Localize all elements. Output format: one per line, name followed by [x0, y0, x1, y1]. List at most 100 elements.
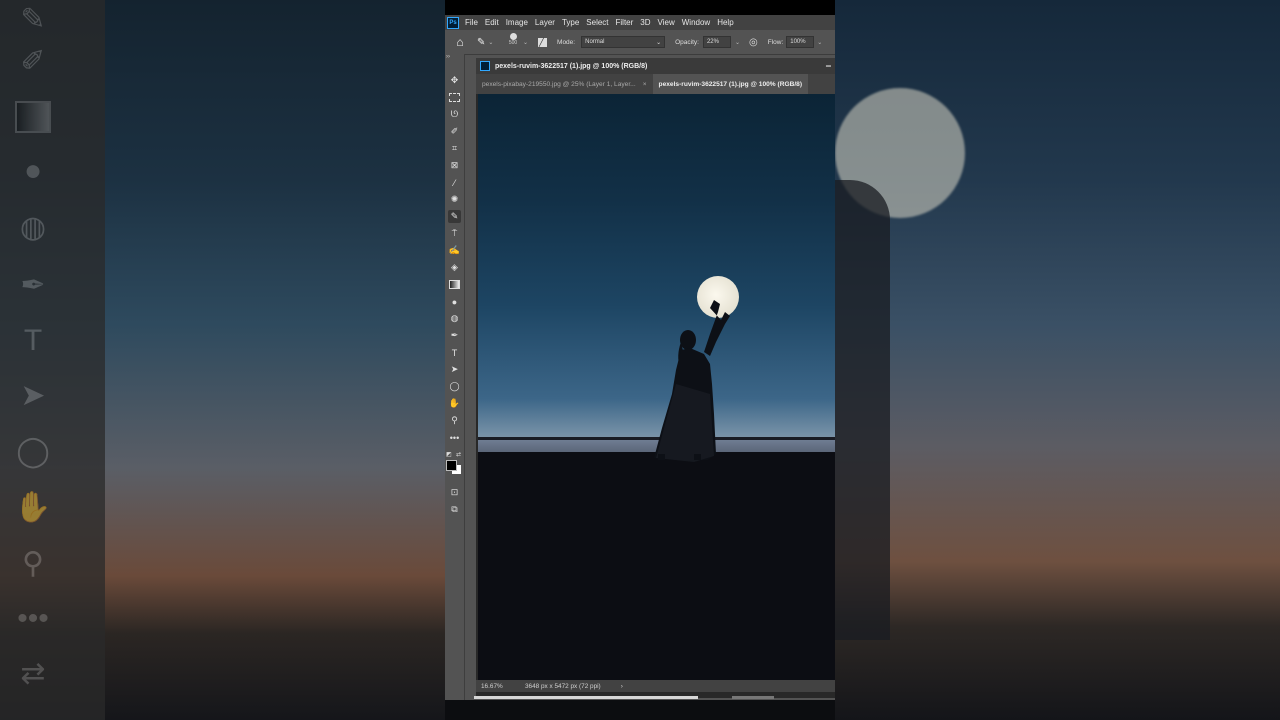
- clone-stamp-tool-icon[interactable]: ⍑: [448, 227, 461, 240]
- options-bar: ⌂ ✎ ⌄ 500 ⌄ ╱ Mode: Normal ⌄ Opacity: 22…: [445, 30, 835, 55]
- path-select-tool-icon[interactable]: ➤: [448, 363, 461, 376]
- blurred-gradient-icon: [14, 98, 52, 136]
- flow-label: Flow:: [767, 38, 784, 46]
- eyedropper-tool-icon[interactable]: ⁄: [448, 176, 461, 189]
- blurred-sponge-icon: ◍: [19, 210, 47, 244]
- menu-3d[interactable]: 3D: [640, 18, 650, 27]
- opacity-value: 22%: [706, 39, 719, 45]
- blurred-background-right: [835, 0, 1280, 720]
- menu-help[interactable]: Help: [717, 18, 733, 27]
- gradient-tool-icon[interactable]: [448, 278, 461, 291]
- document-title: pexels-ruvim-3622517 (1).jpg @ 100% (RGB…: [495, 62, 648, 70]
- blurred-pen-icon: ✒: [20, 268, 46, 302]
- type-tool-icon[interactable]: T: [448, 346, 461, 359]
- eraser-tool-icon[interactable]: ◈: [448, 261, 461, 274]
- healing-brush-tool-icon[interactable]: ✺: [448, 193, 461, 206]
- status-bar: 16.67% 3648 px x 5472 px (72 ppi) ›: [476, 680, 835, 692]
- home-icon[interactable]: ⌂: [453, 35, 467, 49]
- mode-value: Normal: [585, 39, 605, 45]
- document-ps-icon: [480, 61, 490, 71]
- flow-value: 100%: [790, 39, 806, 45]
- menu-select[interactable]: Select: [586, 18, 608, 27]
- horizontal-scrollbar-thumb[interactable]: [732, 696, 774, 699]
- default-colors-icon[interactable]: ◩: [446, 451, 452, 458]
- mode-label: Mode:: [557, 38, 576, 46]
- chevron-down-icon[interactable]: ⌄: [735, 39, 740, 46]
- chevron-down-icon[interactable]: ⌄: [817, 39, 822, 46]
- more-tools-icon[interactable]: •••: [448, 431, 461, 444]
- menu-layer[interactable]: Layer: [535, 18, 555, 27]
- menu-edit[interactable]: Edit: [485, 18, 499, 27]
- tools-panel: ›› ✥ ᘎ ✐ ⌗ ⊠ ⁄ ✺ ✎ ⍑ ✍ ◈ ● ◍ ✒ T ➤ ◯ ✋ ⚲…: [445, 54, 465, 700]
- dodge-tool-icon[interactable]: ◍: [448, 312, 461, 325]
- blurred-hand-icon: ✋: [14, 490, 52, 524]
- blurred-zoom-icon: ⚲: [22, 546, 44, 580]
- zoom-tool-icon[interactable]: ⚲: [448, 414, 461, 427]
- brush-tip-preview: [509, 33, 517, 40]
- chevron-down-icon[interactable]: ⌄: [523, 39, 528, 46]
- menu-bar: Ps File Edit Image Layer Type Select Fil…: [445, 15, 835, 30]
- blurred-swap-icon: ⇄: [20, 656, 46, 690]
- marquee-tool-icon[interactable]: [448, 91, 461, 104]
- pen-tool-icon[interactable]: ✒: [448, 329, 461, 342]
- menu-file[interactable]: File: [465, 18, 478, 27]
- opacity-field[interactable]: 22%: [702, 36, 731, 48]
- quick-select-tool-icon[interactable]: ✐: [448, 125, 461, 138]
- flow-field[interactable]: 100%: [786, 36, 815, 48]
- screen-mode-icon[interactable]: ⧉: [448, 503, 461, 516]
- lasso-tool-icon[interactable]: ᘎ: [448, 108, 461, 121]
- foreground-color-swatch[interactable]: [446, 460, 457, 471]
- blur-tool-icon[interactable]: ●: [448, 295, 461, 308]
- document-tabs: pexels-pixabay-219550.jpg @ 25% (Layer 1…: [476, 74, 835, 94]
- menu-view[interactable]: View: [658, 18, 675, 27]
- document-dimensions: 3648 px x 5472 px (72 ppi): [525, 682, 601, 690]
- collapse-icon[interactable]: ››: [446, 54, 450, 60]
- swap-colors-icon[interactable]: ⇄: [456, 451, 461, 458]
- blurred-type-icon: T: [23, 324, 43, 357]
- blurred-pointer-icon: ➤: [20, 378, 46, 412]
- blurred-ellipse-icon: ◯: [16, 434, 50, 468]
- tool-preset-picker[interactable]: ✎ ⌄: [477, 37, 499, 48]
- zoom-level[interactable]: 16.67%: [481, 683, 523, 690]
- chevron-down-icon: ⌄: [488, 39, 494, 46]
- menu-filter[interactable]: Filter: [616, 18, 634, 27]
- menu-type[interactable]: Type: [562, 18, 579, 27]
- tab-label: pexels-pixabay-219550.jpg @ 25% (Layer 1…: [482, 80, 636, 88]
- history-brush-tool-icon[interactable]: ✍: [448, 244, 461, 257]
- mode-dropdown[interactable]: Normal ⌄: [581, 36, 666, 48]
- color-swatches[interactable]: ◩ ⇄: [445, 451, 464, 477]
- window-top-bar: [445, 0, 835, 15]
- opacity-label: Opacity:: [675, 38, 699, 46]
- menu-image[interactable]: Image: [506, 18, 528, 27]
- document-title-bar: pexels-ruvim-3622517 (1).jpg @ 100% (RGB…: [476, 58, 835, 74]
- panel-menu-icon[interactable]: ═: [826, 63, 831, 70]
- image-canvas[interactable]: [478, 94, 835, 680]
- quick-mask-icon[interactable]: ⊡: [448, 486, 461, 499]
- pressure-opacity-icon[interactable]: ◎: [749, 37, 758, 48]
- tab-ruvim[interactable]: pexels-ruvim-3622517 (1).jpg @ 100% (RGB…: [652, 74, 809, 94]
- brush-size-picker[interactable]: 500: [505, 33, 521, 51]
- blurred-blur-icon: ●: [23, 154, 43, 187]
- brush-settings-icon[interactable]: ╱: [538, 37, 548, 47]
- document-area: pexels-ruvim-3622517 (1).jpg @ 100% (RGB…: [476, 58, 835, 698]
- crop-tool-icon[interactable]: ⌗: [448, 142, 461, 155]
- blurred-brush-icon: ✎: [20, 2, 46, 36]
- blurred-figure: [835, 180, 890, 640]
- hand-tool-icon[interactable]: ✋: [448, 397, 461, 410]
- status-arrow-icon[interactable]: ›: [621, 683, 623, 690]
- photoshop-window: Ps File Edit Image Layer Type Select Fil…: [445, 0, 835, 700]
- tab-label: pexels-ruvim-3622517 (1).jpg @ 100% (RGB…: [658, 80, 803, 88]
- move-tool-icon[interactable]: ✥: [448, 74, 461, 87]
- brush-size-value: 500: [508, 40, 518, 46]
- brush-tool-icon[interactable]: ✎: [448, 210, 461, 223]
- chevron-down-icon: ⌄: [656, 39, 662, 46]
- close-icon[interactable]: ×: [643, 81, 647, 88]
- blurred-toolstrip: ✎ ✐ ● ◍ ✒ T ➤ ◯ ✋ ⚲ ••• ⇄: [0, 0, 105, 720]
- ellipse-tool-icon[interactable]: ◯: [448, 380, 461, 393]
- frame-tool-icon[interactable]: ⊠: [448, 159, 461, 172]
- menu-window[interactable]: Window: [682, 18, 710, 27]
- horizontal-scrollbar[interactable]: [474, 696, 698, 699]
- photoshop-logo: Ps: [447, 16, 459, 29]
- tab-pixabay[interactable]: pexels-pixabay-219550.jpg @ 25% (Layer 1…: [476, 74, 653, 94]
- blurred-eraser-icon: ✐: [20, 44, 46, 78]
